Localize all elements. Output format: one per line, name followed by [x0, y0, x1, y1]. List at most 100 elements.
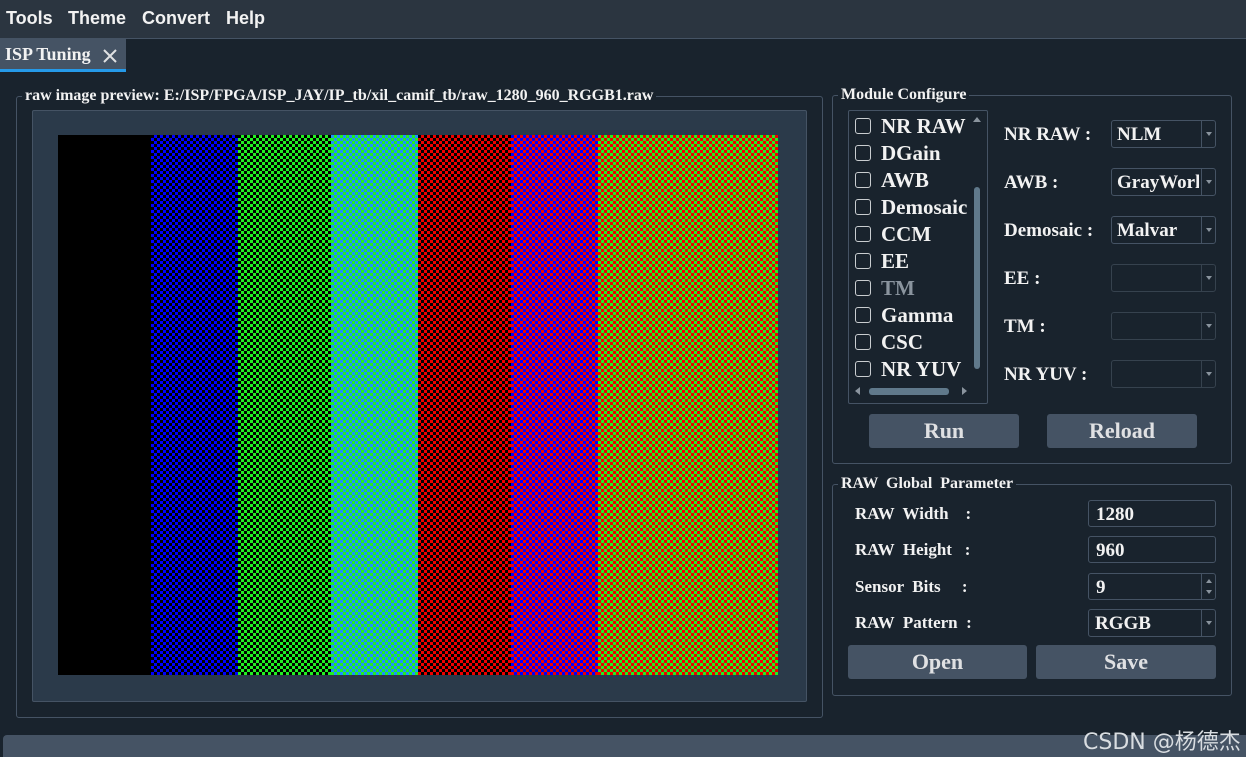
- module-list[interactable]: NR RAW DGain AWB Demosaic CCM EE TM Gamma CSC NR …: [848, 110, 988, 404]
- module-item[interactable]: DGain: [855, 140, 941, 166]
- checkbox[interactable]: [855, 361, 871, 377]
- module-item-label: EE: [881, 248, 910, 273]
- chevron-down-icon: [1201, 265, 1215, 291]
- tab-isp-tuning[interactable]: ISP Tuning: [0, 39, 126, 72]
- module-item[interactable]: TM: [855, 275, 915, 301]
- nr-raw-combo[interactable]: NLM: [1111, 120, 1216, 148]
- color-bar-red: [418, 135, 511, 675]
- reload-button[interactable]: Reload: [1047, 414, 1197, 448]
- tab-label: ISP Tuning: [5, 44, 91, 64]
- close-icon[interactable]: [101, 47, 119, 65]
- raw-height-value: 960: [1096, 540, 1125, 561]
- open-button[interactable]: Open: [848, 645, 1027, 679]
- save-button[interactable]: Save: [1036, 645, 1216, 679]
- raw-width-value: 1280: [1096, 504, 1134, 525]
- module-item-label: Gamma: [881, 302, 954, 327]
- raw-pattern-combo[interactable]: RGGB: [1088, 609, 1216, 637]
- checkbox[interactable]: [855, 199, 871, 215]
- scroll-up-icon[interactable]: [972, 115, 982, 123]
- status-bar: [3, 735, 1246, 757]
- module-item-label: Demosaic: [881, 194, 968, 219]
- config-label-tm: TM :: [1004, 316, 1046, 337]
- checkbox[interactable]: [855, 226, 871, 242]
- vertical-scrollbar[interactable]: [970, 115, 984, 377]
- raw-height-label: RAW Height :: [855, 540, 971, 559]
- config-label-nr-raw: NR RAW :: [1004, 124, 1092, 145]
- raw-pattern-label: RAW Pattern :: [855, 613, 972, 632]
- nr-yuv-combo[interactable]: [1111, 360, 1216, 388]
- spin-down-icon[interactable]: [1206, 590, 1212, 594]
- awb-combo[interactable]: GrayWorld: [1111, 168, 1216, 196]
- module-configure-title: Module Configure: [838, 86, 970, 104]
- nr-raw-combo-value: NLM: [1117, 124, 1162, 145]
- run-button[interactable]: Run: [869, 414, 1019, 448]
- module-item-label: DGain: [881, 140, 941, 165]
- scroll-right-icon[interactable]: [961, 386, 969, 396]
- demosaic-combo-value: Malvar: [1117, 220, 1178, 241]
- module-item-label: NR YUV: [881, 356, 962, 381]
- checkbox[interactable]: [855, 145, 871, 161]
- config-label-ee: EE :: [1004, 268, 1041, 289]
- watermark: CSDN @杨德杰: [1083, 730, 1241, 755]
- module-item[interactable]: Demosaic: [855, 194, 967, 220]
- config-label-demosaic: Demosaic :: [1004, 220, 1094, 241]
- raw-height-input[interactable]: 960: [1088, 536, 1216, 563]
- checkbox[interactable]: [855, 172, 871, 188]
- chevron-down-icon: [1201, 361, 1215, 387]
- sensor-bits-label: Sensor Bits :: [855, 577, 968, 596]
- horizontal-scrollbar[interactable]: [853, 383, 971, 399]
- raw-width-input[interactable]: 1280: [1088, 500, 1216, 527]
- menu-tools[interactable]: Tools: [6, 8, 53, 29]
- color-bar-magenta: [511, 135, 598, 675]
- checkbox[interactable]: [855, 307, 871, 323]
- sensor-bits-value: 9: [1096, 577, 1106, 598]
- checkbox[interactable]: [855, 253, 871, 269]
- scroll-left-icon[interactable]: [853, 386, 861, 396]
- module-item[interactable]: AWB: [855, 167, 929, 193]
- menu-help[interactable]: Help: [226, 8, 265, 29]
- module-item-label: AWB: [881, 167, 929, 192]
- checkbox[interactable]: [855, 280, 871, 296]
- config-label-nr-yuv: NR YUV :: [1004, 364, 1088, 385]
- sensor-bits-spinbox[interactable]: 9: [1088, 573, 1216, 600]
- preview-title: raw image preview: E:/ISP/FPGA/ISP_JAY/I…: [22, 87, 657, 105]
- color-bar-green: [238, 135, 331, 675]
- raw-global-parameter-title: RAW Global Parameter: [838, 475, 1017, 493]
- config-label-awb: AWB :: [1004, 172, 1059, 193]
- checkbox[interactable]: [855, 334, 871, 350]
- module-item[interactable]: NR RAW: [855, 113, 966, 139]
- raw-width-label: RAW Width :: [855, 504, 972, 523]
- module-item-label: CCM: [881, 221, 932, 246]
- menu-theme[interactable]: Theme: [68, 8, 126, 29]
- module-item-label: TM: [881, 275, 915, 300]
- demosaic-combo[interactable]: Malvar: [1111, 216, 1216, 244]
- module-item-label: CSC: [881, 329, 924, 354]
- raw-image-preview: [58, 135, 778, 675]
- menu-convert[interactable]: Convert: [142, 8, 210, 29]
- raw-pattern-value: RGGB: [1095, 613, 1151, 634]
- horizontal-scroll-handle[interactable]: [869, 388, 949, 395]
- module-item-label: NR RAW: [881, 113, 966, 138]
- module-item[interactable]: NR YUV: [855, 356, 961, 382]
- spin-arrows[interactable]: [1201, 574, 1215, 599]
- awb-combo-value: GrayWorld: [1117, 172, 1199, 193]
- vertical-scroll-handle[interactable]: [974, 187, 980, 369]
- tab-bar: ISP Tuning: [0, 39, 1246, 72]
- color-bar-black: [58, 135, 151, 675]
- module-item[interactable]: Gamma: [855, 302, 953, 328]
- module-item[interactable]: CSC: [855, 329, 923, 355]
- module-item[interactable]: EE: [855, 248, 909, 274]
- chevron-down-icon: [1201, 169, 1215, 195]
- module-item[interactable]: CCM: [855, 221, 931, 247]
- chevron-down-icon: [1201, 610, 1215, 636]
- color-bar-yellow: [598, 135, 778, 675]
- menu-bar: Tools Theme Convert Help: [0, 0, 1246, 39]
- checkbox[interactable]: [855, 118, 871, 134]
- spin-up-icon[interactable]: [1206, 579, 1212, 583]
- ee-combo[interactable]: [1111, 264, 1216, 292]
- color-bar-blue: [151, 135, 238, 675]
- chevron-down-icon: [1201, 121, 1215, 147]
- chevron-down-icon: [1201, 313, 1215, 339]
- chevron-down-icon: [1201, 217, 1215, 243]
- tm-combo[interactable]: [1111, 312, 1216, 340]
